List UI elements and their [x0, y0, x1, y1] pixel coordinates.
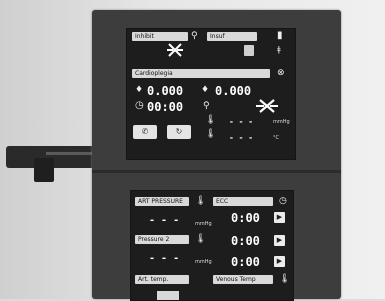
pressure2-unit: mmHg: [195, 259, 212, 265]
art-pressure-value: - - -: [149, 215, 180, 226]
battery-icon: ▮: [277, 30, 283, 41]
venous-temp-dropdown[interactable]: Venous Temp: [213, 275, 273, 284]
volume-left-value: 0.000: [147, 84, 184, 98]
pressure2-dropdown[interactable]: Pressure 2: [135, 235, 189, 244]
ecc-dropdown[interactable]: ECC: [213, 197, 273, 206]
thermometer-icon: 🌡: [205, 115, 217, 125]
chevron-down-icon[interactable]: ⊗: [277, 68, 285, 78]
bracket-highlight: [46, 152, 96, 155]
disconnected-large-icon: [256, 99, 278, 113]
venous-temp-label: Venous Temp: [216, 276, 256, 283]
inhibit-dropdown[interactable]: Inhibit: [132, 32, 188, 41]
cardioplegia-timer: 00:00: [147, 100, 184, 114]
thermometer-icon-2: 🌡: [205, 129, 217, 139]
venous-thermometer-icon: 🌡: [279, 274, 291, 284]
return-icon: ↻: [175, 127, 183, 136]
volume-right-value: 0.000: [215, 84, 252, 98]
drop-icon: ♦: [135, 85, 144, 95]
pressure2-icon: 🌡: [195, 234, 207, 244]
pressure-unit: mmHg: [273, 119, 290, 125]
timer-icon: ◷: [279, 196, 287, 206]
drop-icon-right: ♦: [201, 85, 210, 95]
art-pressure-dropdown[interactable]: ART PRESSURE: [135, 197, 189, 206]
temp-dashes: - - -: [229, 133, 254, 142]
play-icon-2: ▶: [276, 236, 283, 244]
device-divider: [92, 170, 341, 173]
cardioplegia-dropdown[interactable]: Cardioplegia: [132, 69, 270, 78]
link-icon: ⚲: [191, 31, 198, 41]
timer-3-value: 0:00: [231, 255, 260, 269]
timer-1-value: 0:00: [231, 211, 260, 225]
play-button-1[interactable]: ▶: [274, 212, 285, 223]
bracket-clamp: [34, 158, 54, 182]
insuf-dropdown[interactable]: Insuf: [207, 32, 257, 41]
pressure2-value: - - -: [149, 253, 180, 264]
phone-icon: ✆: [141, 127, 149, 136]
pressure2-label: Pressure 2: [138, 236, 170, 243]
cardioplegia-label: Cardioplegia: [135, 70, 173, 77]
temp-unit: °C: [273, 135, 279, 141]
play-icon: ▶: [276, 213, 283, 221]
pressure-dashes: - - -: [229, 117, 254, 126]
usb-icon: ǂ: [277, 45, 281, 54]
connection-icon: ⚲: [203, 101, 210, 111]
top-screen: Inhibit ⚲ Insuf ▮ ǂ Cardioplegia ⊗ ♦ 0.0…: [126, 28, 296, 160]
play-button-2[interactable]: ▶: [274, 235, 285, 246]
art-temp-label: Art. temp.: [138, 276, 169, 283]
phone-button[interactable]: ✆: [133, 125, 157, 139]
timer-2-value: 0:00: [231, 234, 260, 248]
inhibit-dropdown-label: Inhibit: [135, 33, 154, 40]
play-icon-3: ▶: [276, 257, 283, 265]
play-button-3[interactable]: ▶: [274, 256, 285, 267]
art-pressure-label: ART PRESSURE: [138, 198, 183, 205]
clock-icon: ◷: [135, 100, 144, 111]
insuf-dropdown-label: Insuf: [210, 33, 225, 40]
mounting-bracket: [6, 138, 100, 182]
return-button[interactable]: ↻: [167, 125, 191, 139]
bottom-screen: ART PRESSURE 🌡 ECC ◷ - - - mmHg 0:00 ▶ P…: [130, 190, 294, 301]
battery-indicator: [244, 45, 254, 56]
pressure-icon: 🌡: [195, 196, 207, 206]
art-pressure-unit: mmHg: [195, 221, 212, 227]
art-temp-dropdown[interactable]: Art. temp.: [135, 275, 189, 284]
disconnected-icon: [167, 43, 183, 57]
ecc-label: ECC: [216, 198, 229, 205]
